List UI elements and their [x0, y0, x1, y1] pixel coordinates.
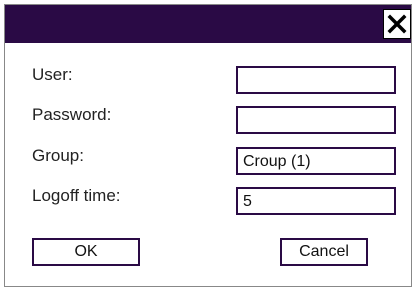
user-input[interactable] — [236, 66, 396, 94]
logoff-time-input[interactable]: 5 — [236, 187, 396, 215]
cancel-button[interactable]: Cancel — [280, 238, 368, 266]
group-label: Group: — [32, 146, 84, 165]
close-button[interactable] — [383, 9, 411, 39]
group-field[interactable]: Croup (1) — [236, 147, 396, 175]
close-icon — [387, 14, 407, 34]
user-label: User: — [32, 65, 73, 84]
password-label: Password: — [32, 105, 112, 124]
login-dialog: User: Password: Group: Croup (1) Logoff … — [4, 4, 412, 287]
password-input[interactable] — [236, 106, 396, 134]
dialog-titlebar[interactable] — [5, 5, 411, 43]
ok-button[interactable]: OK — [32, 238, 140, 266]
logoff-time-label: Logoff time: — [32, 186, 121, 205]
